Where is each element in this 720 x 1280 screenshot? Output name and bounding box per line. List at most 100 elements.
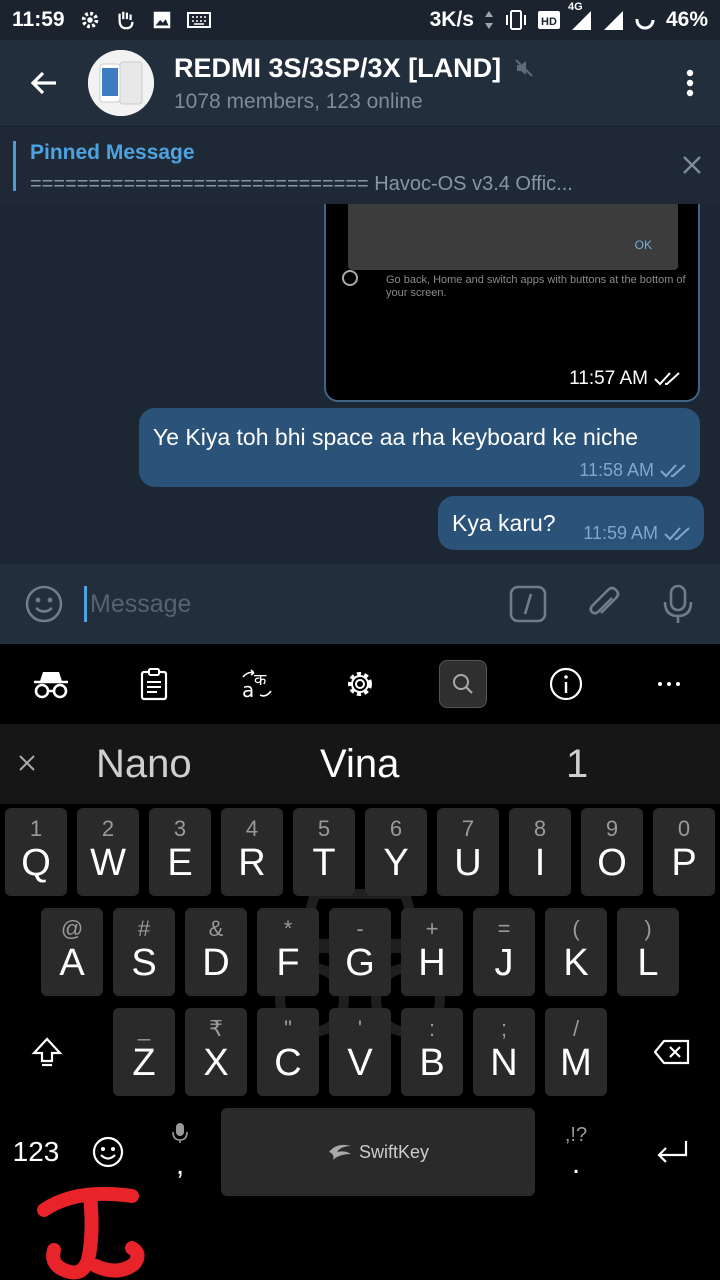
- microphone-icon: [172, 1123, 188, 1143]
- backspace-key[interactable]: [630, 1008, 714, 1096]
- key-h[interactable]: + H: [401, 908, 463, 996]
- key-x[interactable]: ₹ X: [185, 1008, 247, 1096]
- key-i[interactable]: 8I: [509, 808, 571, 896]
- key-hint: *: [283, 916, 293, 941]
- outgoing-message[interactable]: Ye Kiya toh bhi space aa rha keyboard ke…: [139, 408, 700, 487]
- translate-button[interactable]: aक: [206, 644, 309, 724]
- translate-icon: aक: [242, 669, 272, 701]
- double-check-icon: [664, 526, 690, 540]
- chat-subtitle: 1078 members, 123 online: [174, 89, 423, 113]
- key-r[interactable]: 4R: [221, 808, 283, 896]
- shift-icon: [31, 1037, 63, 1067]
- key-a[interactable]: @ A: [41, 908, 103, 996]
- key-letter: T: [312, 842, 336, 884]
- suggestion-1[interactable]: Nano: [96, 742, 192, 787]
- network-speed: 3K/s: [429, 8, 474, 31]
- key-n[interactable]: ; N: [473, 1008, 535, 1096]
- key-hint: 2: [101, 816, 115, 841]
- key-f[interactable]: * F: [257, 908, 319, 996]
- period-key[interactable]: ,!? .: [545, 1108, 607, 1196]
- period-hint: ,!?: [564, 1123, 588, 1146]
- key-b[interactable]: :B: [401, 1008, 463, 1096]
- key-g[interactable]: -G: [329, 908, 391, 996]
- key-q[interactable]: 1Q: [5, 808, 67, 896]
- space-key[interactable]: SwiftKey: [221, 1108, 535, 1196]
- key-o[interactable]: 9O: [581, 808, 643, 896]
- key-p[interactable]: 0P: [653, 808, 715, 896]
- shift-key[interactable]: [5, 1008, 89, 1096]
- info-button[interactable]: [514, 644, 617, 724]
- hd-icon: HD: [537, 10, 560, 30]
- keyboard-toolbar: aक: [0, 644, 720, 724]
- enter-key[interactable]: [630, 1108, 714, 1196]
- toolbar-more-button[interactable]: [617, 644, 720, 724]
- key-letter: E: [167, 842, 193, 884]
- key-j[interactable]: = J: [473, 908, 535, 996]
- swiftkey-logo-icon: [328, 1144, 351, 1160]
- pinned-message[interactable]: Pinned Message =========================…: [0, 126, 720, 204]
- key-letter: H: [418, 942, 446, 984]
- key-hint: =: [497, 916, 511, 941]
- key-c[interactable]: " C: [257, 1008, 319, 1096]
- key-k[interactable]: (K: [545, 908, 607, 996]
- key-w[interactable]: 2W: [77, 808, 139, 896]
- key-hint: 6: [389, 816, 403, 841]
- clipboard-icon: [141, 668, 168, 701]
- key-hint: (: [572, 916, 580, 941]
- chat-title[interactable]: REDMI 3S/3SP/3X [LAND]: [174, 53, 533, 84]
- keyboard-settings-button[interactable]: [309, 644, 412, 724]
- key-hint: :: [428, 1016, 436, 1041]
- outgoing-message[interactable]: Kya karu? 11:59 AM: [438, 496, 704, 550]
- pinned-accent-bar: [13, 141, 16, 191]
- keyboard-icon: [186, 11, 211, 29]
- key-hint: ): [644, 916, 652, 941]
- image-message-time: 11:57 AM: [569, 368, 682, 390]
- suggestion-2[interactable]: Vina: [320, 742, 399, 787]
- key-y[interactable]: 6Y: [365, 808, 427, 896]
- key-e[interactable]: 3E: [149, 808, 211, 896]
- period-label: .: [571, 1146, 581, 1180]
- suggestion-close-button[interactable]: [14, 750, 40, 781]
- bot-commands-button[interactable]: [508, 584, 548, 629]
- message-text: Ye Kiya toh bhi space aa rha keyboard ke…: [153, 424, 639, 450]
- incognito-button[interactable]: [0, 644, 103, 724]
- suggestion-3[interactable]: 1: [566, 742, 588, 787]
- key-letter: J: [494, 942, 514, 984]
- space-key-label: SwiftKey: [358, 1141, 430, 1162]
- message-meta: 11:58 AM: [579, 460, 688, 481]
- incognito-icon: [34, 672, 69, 699]
- smiley-icon: [25, 585, 63, 623]
- keyboard-search-button[interactable]: [411, 644, 514, 724]
- more-menu-button[interactable]: [660, 40, 720, 126]
- key-d[interactable]: & D: [185, 908, 247, 996]
- pinned-close-button[interactable]: [682, 155, 702, 180]
- clipboard-button[interactable]: [103, 644, 206, 724]
- attach-button[interactable]: [584, 584, 624, 629]
- back-arrow-icon: [30, 71, 56, 95]
- group-avatar[interactable]: [88, 50, 154, 116]
- key-l[interactable]: ) L: [617, 908, 679, 996]
- key-letter: P: [671, 842, 697, 884]
- image-message[interactable]: OK Go back, Home and switch apps with bu…: [324, 204, 700, 402]
- screenshot-dialog: OK: [348, 204, 678, 270]
- key-s[interactable]: # S: [113, 908, 175, 996]
- composer-bar: Message: [0, 564, 720, 644]
- key-hint: 5: [317, 816, 331, 841]
- key-hint: 1: [29, 816, 43, 841]
- message-text: Kya karu?: [452, 510, 556, 536]
- double-check-icon: [660, 463, 686, 477]
- key-u[interactable]: 7U: [437, 808, 499, 896]
- message-list[interactable]: OK Go back, Home and switch apps with bu…: [0, 204, 720, 564]
- back-button[interactable]: [0, 40, 88, 126]
- key-hint: @: [60, 916, 84, 941]
- key-letter: I: [534, 842, 546, 884]
- voice-button[interactable]: [660, 584, 696, 629]
- key-t[interactable]: 5T: [293, 808, 355, 896]
- key-m[interactable]: / M: [545, 1008, 607, 1096]
- message-input[interactable]: Message: [90, 590, 191, 619]
- key-z[interactable]: _ Z: [113, 1008, 175, 1096]
- emoji-button[interactable]: [24, 584, 64, 629]
- comma-key[interactable]: ,: [149, 1108, 211, 1196]
- more-vert-icon: [686, 69, 694, 97]
- key-v[interactable]: ' V: [329, 1008, 391, 1096]
